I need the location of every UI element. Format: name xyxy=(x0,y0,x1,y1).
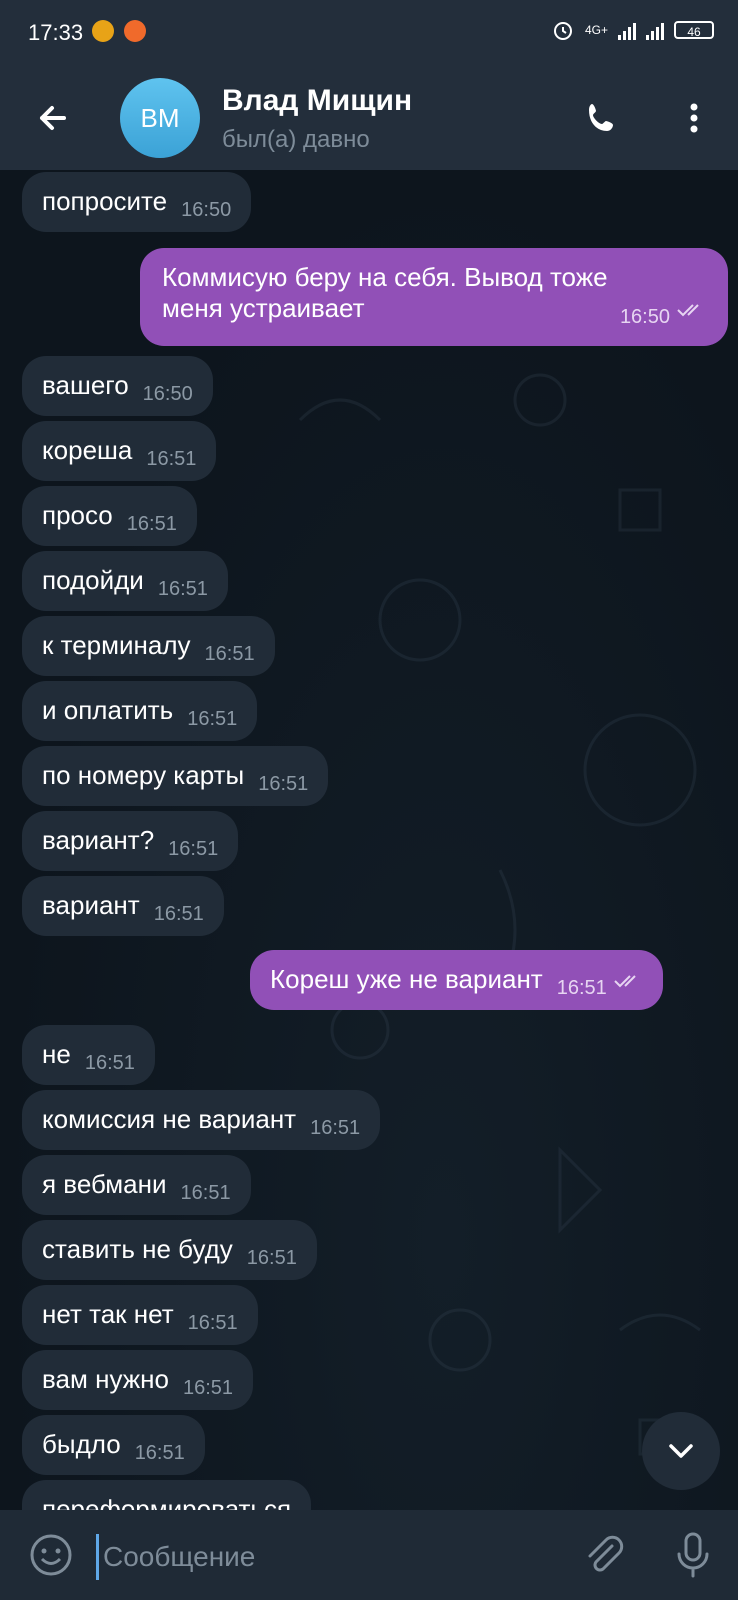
message-text: по номеру карты xyxy=(42,760,245,790)
message-time: 16:50 xyxy=(142,383,193,405)
message-text: нет так нет xyxy=(42,1299,174,1329)
message-text: кореша xyxy=(42,435,133,465)
microphone-icon[interactable] xyxy=(670,1530,716,1580)
message-input[interactable] xyxy=(96,1534,545,1580)
message-bubble-incoming-partial[interactable]: переформироваться xyxy=(22,1480,312,1510)
scroll-down-button[interactable] xyxy=(642,1412,720,1490)
message-time: 16:51 xyxy=(246,1247,297,1269)
message-bubble-outgoing[interactable]: Кореш уже не вариант 16:51 xyxy=(250,950,663,1010)
message-text: к терминалу xyxy=(42,630,191,660)
message-bubble-incoming[interactable]: вам нужно 16:51 xyxy=(22,1350,254,1410)
message-time: 16:51 xyxy=(153,903,204,925)
double-check-icon xyxy=(677,304,699,317)
message-bubble-incoming[interactable]: кореша 16:51 xyxy=(22,421,217,481)
message-bubble-incoming[interactable]: к терминалу 16:51 xyxy=(22,616,275,676)
message-bubble-incoming[interactable]: вариант 16:51 xyxy=(22,876,224,936)
message-bubble-incoming[interactable]: ставить не буду 16:51 xyxy=(22,1220,317,1280)
status-time: 17:33 xyxy=(28,20,84,45)
avatar[interactable]: ВМ xyxy=(120,78,200,158)
message-list[interactable]: попросите 16:50 Коммисую беру на себя. Вы… xyxy=(0,170,738,1510)
message-time: 16:51 xyxy=(84,1052,135,1074)
message-text: и оплатить xyxy=(42,695,174,725)
message-text: быдло xyxy=(42,1429,121,1459)
chevron-down-icon xyxy=(669,1444,693,1458)
message-time: 16:51 xyxy=(180,1182,231,1204)
message-text: Кореш уже не вариант xyxy=(270,964,543,994)
message-bubble-incoming[interactable]: я вебмани 16:51 xyxy=(22,1155,251,1215)
message-bubble-outgoing[interactable]: Коммисую беру на себя. Вывод тоже меня у… xyxy=(140,248,728,346)
arrow-left-icon[interactable] xyxy=(30,96,74,140)
message-time: 16:51 xyxy=(134,1442,185,1464)
network-type: 4G+ xyxy=(584,23,608,37)
emoji-icon[interactable] xyxy=(28,1532,74,1578)
status-bar: 17:33 4G+ 46 xyxy=(0,0,738,66)
message-time: 16:51 xyxy=(187,708,238,730)
message-bubble-incoming[interactable]: просо 16:51 xyxy=(22,486,197,546)
message-bubble-incoming[interactable]: попросите 16:50 xyxy=(22,172,252,232)
message-time: 16:51 xyxy=(556,977,607,999)
message-bubble-incoming[interactable]: нет так нет 16:51 xyxy=(22,1285,258,1345)
message-time: 16:51 xyxy=(310,1117,361,1139)
paperclip-icon[interactable] xyxy=(580,1532,626,1578)
message-text: вариант? xyxy=(42,825,155,855)
message-time: 16:51 xyxy=(258,773,309,795)
dots-vertical-icon[interactable] xyxy=(672,96,716,140)
double-check-icon xyxy=(614,975,636,988)
message-time: 16:51 xyxy=(187,1312,238,1334)
message-time: 16:51 xyxy=(182,1377,234,1399)
chat-header: ВМ Влад Мищин был(а) давно xyxy=(0,66,738,170)
signal-icon xyxy=(618,20,636,40)
message-bubble-incoming[interactable]: и оплатить 16:51 xyxy=(22,681,258,741)
message-bubble-incoming[interactable]: вариант? 16:51 xyxy=(22,811,239,871)
message-text: я вебмани xyxy=(42,1169,167,1199)
contact-status: был(а) давно xyxy=(222,126,370,153)
alarm-icon xyxy=(553,22,572,40)
message-bubble-incoming[interactable]: вашего 16:50 xyxy=(22,356,213,416)
message-bubble-incoming[interactable]: по номеру карты 16:51 xyxy=(22,746,329,806)
message-text: просо xyxy=(42,500,113,530)
message-text-line1: Коммисую беру на себя. Вывод тоже xyxy=(162,262,608,292)
message-bubble-incoming[interactable]: не 16:51 xyxy=(22,1025,155,1085)
message-bubble-incoming[interactable]: быдло 16:51 xyxy=(22,1415,205,1475)
message-time: 16:51 xyxy=(146,448,197,470)
message-text-line2: меня устраивает xyxy=(162,293,365,323)
battery-icon: 46 xyxy=(674,21,714,39)
message-time: 16:50 xyxy=(619,306,670,328)
message-time: 16:51 xyxy=(126,513,177,535)
message-text: комиссия не вариант xyxy=(42,1104,297,1134)
message-bubble-incoming[interactable]: комиссия не вариант 16:51 xyxy=(22,1090,381,1150)
message-text: не xyxy=(42,1039,71,1069)
message-time: 16:51 xyxy=(168,838,219,860)
message-text: вашего xyxy=(42,370,129,400)
mail-app-icon xyxy=(92,20,114,42)
message-input-bar xyxy=(0,1510,738,1600)
duck-app-icon xyxy=(124,20,146,42)
message-time: 16:51 xyxy=(204,643,255,665)
signal-icon-2 xyxy=(646,20,664,40)
message-time: 16:50 xyxy=(181,199,232,221)
message-text: подойди xyxy=(42,565,144,595)
phone-icon[interactable] xyxy=(580,96,624,140)
message-text: ставить не буду xyxy=(42,1234,233,1264)
message-text: вам нужно xyxy=(42,1364,169,1394)
message-text: переформироваться xyxy=(42,1494,292,1510)
message-text: вариант xyxy=(42,890,140,920)
message-time: 16:51 xyxy=(157,578,208,600)
message-text: попросите xyxy=(42,186,168,216)
message-bubble-incoming[interactable]: подойди 16:51 xyxy=(22,551,228,611)
contact-name[interactable]: Влад Мищин xyxy=(222,84,412,118)
